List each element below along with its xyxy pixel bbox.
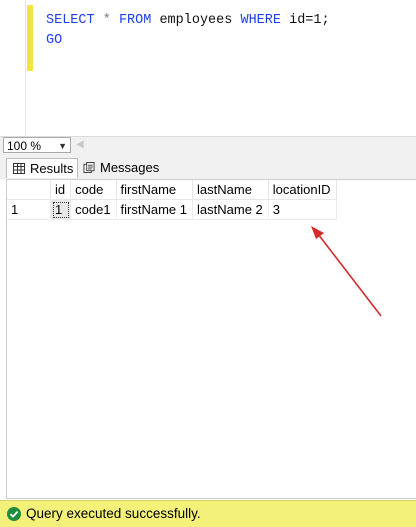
where-condition: id=1;: [289, 13, 330, 28]
cell-code[interactable]: code1: [70, 199, 117, 220]
keyword-select: SELECT: [46, 13, 95, 28]
table-name: employees: [159, 13, 233, 28]
keyword-from: FROM: [118, 13, 152, 28]
tab-messages-label: Messages: [100, 160, 160, 175]
tab-results-label: Results: [30, 161, 74, 176]
tab-messages[interactable]: Messages: [79, 158, 161, 178]
header-row: id code firstName lastName locationID: [7, 180, 337, 200]
cell-lastname[interactable]: lastName 2: [192, 199, 269, 220]
row-number[interactable]: 1: [7, 199, 51, 220]
status-message: Query executed successfully.: [26, 506, 201, 521]
results-grid-area: id code firstName lastName locationID 1 …: [6, 179, 416, 499]
scroll-left-icon[interactable]: ◀: [76, 139, 84, 150]
column-header-firstname[interactable]: firstName: [116, 180, 194, 200]
checkmark-icon: [9, 510, 19, 518]
zoom-select[interactable]: 100 % ▼: [3, 137, 71, 153]
results-grid: id code firstName lastName locationID 1 …: [7, 180, 337, 220]
keyword-go: GO: [46, 33, 63, 48]
cell-firstname[interactable]: firstName 1: [116, 199, 194, 220]
table-row[interactable]: 1 1 code1 firstName 1 lastName 2 3: [7, 199, 337, 220]
column-header-id[interactable]: id: [50, 180, 72, 200]
check-circle-icon: [7, 507, 21, 521]
column-header-locationid[interactable]: locationID: [268, 180, 337, 200]
code-line-2[interactable]: GO: [46, 33, 62, 48]
cell-locationid[interactable]: 3: [268, 199, 337, 220]
column-header-lastname[interactable]: lastName: [192, 180, 269, 200]
column-header-code[interactable]: code: [70, 180, 117, 200]
zoom-bar: 100 % ▼ ◀: [0, 136, 416, 156]
code-line-1[interactable]: SELECT * FROM employees WHERE id=1;: [46, 13, 330, 28]
operator-star: *: [102, 13, 111, 28]
results-tabs: Results Messages: [0, 155, 416, 179]
grid-icon: [13, 163, 25, 174]
messages-icon: [83, 162, 95, 173]
cell-id[interactable]: 1: [50, 199, 72, 220]
tab-results[interactable]: Results: [6, 158, 78, 178]
query-editor[interactable]: SELECT * FROM employees WHERE id=1; GO: [0, 0, 416, 136]
editor-gutter: [0, 0, 26, 136]
status-bar: Query executed successfully.: [0, 500, 416, 527]
chevron-down-icon[interactable]: ▼: [58, 138, 67, 154]
zoom-value: 100 %: [7, 139, 42, 153]
change-indicator-bar: [27, 5, 33, 71]
keyword-where: WHERE: [240, 13, 281, 28]
row-header-corner[interactable]: [7, 180, 51, 200]
